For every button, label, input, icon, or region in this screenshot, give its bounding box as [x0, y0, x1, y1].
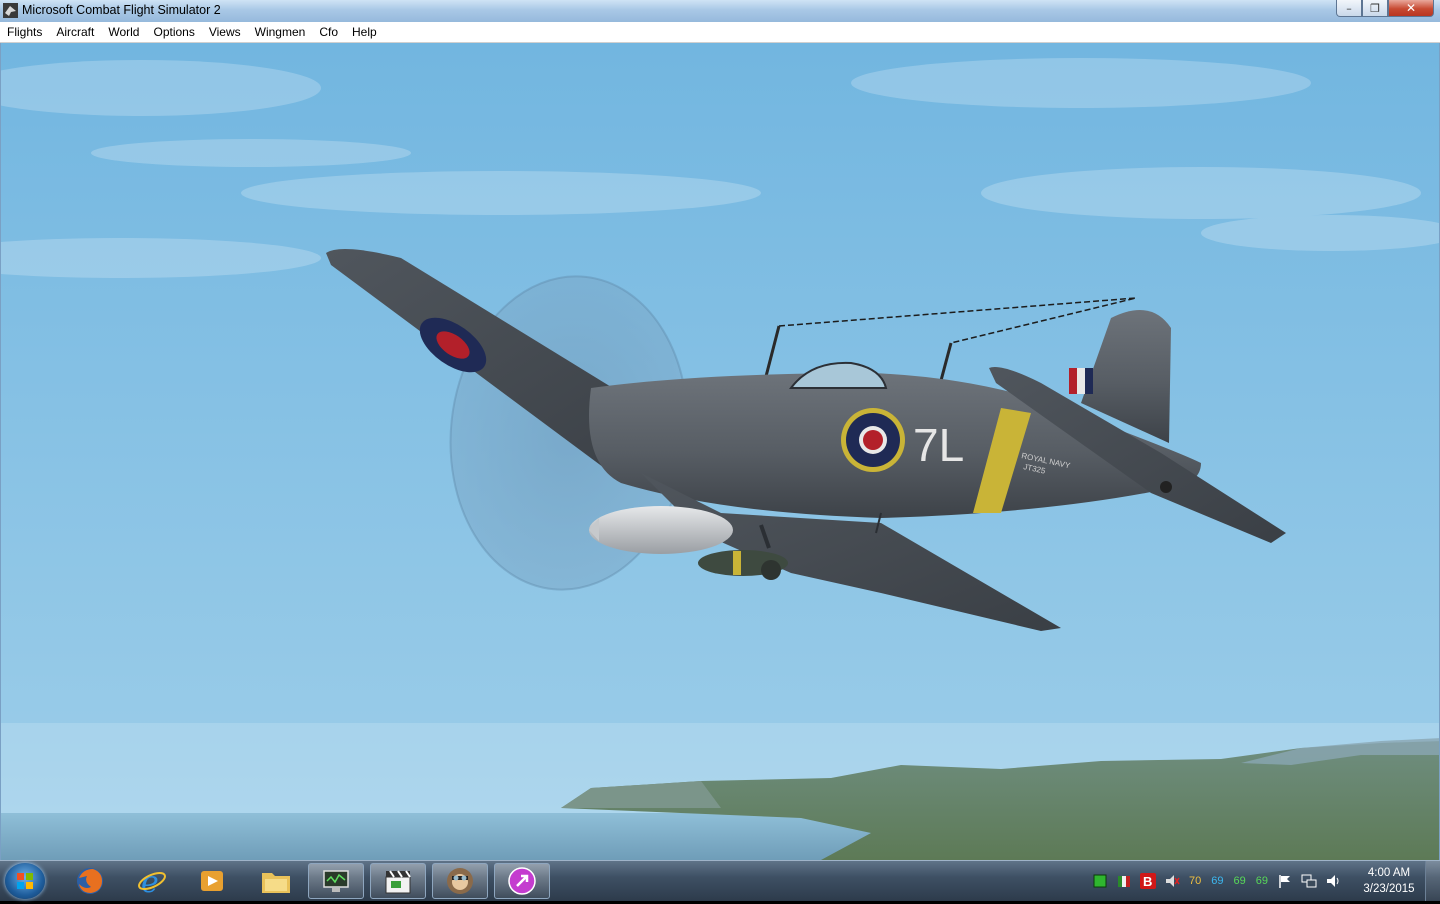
- firefox-icon: [77, 868, 103, 894]
- monitor-app-icon: [323, 870, 349, 892]
- purple-app-icon: [508, 867, 536, 895]
- internet-explorer-icon: e: [138, 866, 166, 896]
- temp-readout-4[interactable]: 69: [1256, 875, 1268, 887]
- flight-scene: 7L ROYAL NAVY JT325: [1, 43, 1439, 860]
- clock-date: 3/23/2015: [1363, 883, 1415, 895]
- taskbar-clapperboard-app[interactable]: [370, 863, 426, 899]
- menu-bar: Flights Aircraft World Options Views Win…: [0, 22, 1440, 43]
- volume-icon[interactable]: [1325, 873, 1341, 889]
- start-button[interactable]: [5, 863, 45, 899]
- menu-cfo[interactable]: Cfo: [312, 22, 345, 42]
- svg-text:B: B: [1143, 874, 1152, 889]
- window-title: Microsoft Combat Flight Simulator 2: [22, 3, 221, 17]
- pilot-avatar-icon: [447, 868, 473, 894]
- temp-readout-2[interactable]: 69: [1211, 875, 1223, 887]
- system-tray: B 70 69 69 69 4:00 AM 3/23/2015: [1088, 861, 1440, 901]
- svg-text:e: e: [141, 866, 159, 896]
- network-icon[interactable]: [1301, 873, 1317, 889]
- b-tray-icon[interactable]: B: [1140, 873, 1156, 889]
- taskbar-clock[interactable]: 4:00 AM 3/23/2015: [1353, 865, 1425, 897]
- green-square-tray-icon[interactable]: [1092, 873, 1108, 889]
- title-bar[interactable]: Microsoft Combat Flight Simulator 2 – ❐ …: [0, 0, 1440, 23]
- taskbar-monitor-app[interactable]: [308, 863, 364, 899]
- app-icon[interactable]: [3, 3, 18, 18]
- temp-readout-1[interactable]: 70: [1189, 875, 1201, 887]
- taskbar: e B 70 69 69 69 4:00 AM 3/23/2015: [0, 860, 1440, 901]
- maximize-button[interactable]: ❐: [1362, 0, 1388, 17]
- close-button[interactable]: ✕: [1388, 0, 1434, 17]
- flag-bars-tray-icon[interactable]: [1116, 873, 1132, 889]
- clapperboard-app-icon: [385, 870, 411, 894]
- show-desktop-button[interactable]: [1425, 861, 1440, 901]
- minimize-button[interactable]: –: [1336, 0, 1362, 17]
- menu-views[interactable]: Views: [202, 22, 248, 42]
- menu-flights[interactable]: Flights: [0, 22, 49, 42]
- media-player-icon: [201, 871, 223, 891]
- taskbar-media-player[interactable]: [184, 863, 240, 899]
- menu-options[interactable]: Options: [146, 22, 201, 42]
- clock-time: 4:00 AM: [1367, 867, 1411, 879]
- taskbar-internet-explorer[interactable]: e: [124, 863, 180, 899]
- flight-viewport[interactable]: 7L ROYAL NAVY JT325: [0, 43, 1440, 860]
- taskbar-pilot-avatar[interactable]: [432, 863, 488, 899]
- taskbar-file-explorer[interactable]: [248, 863, 304, 899]
- menu-help[interactable]: Help: [345, 22, 384, 42]
- aircraft-code-text: 7L: [913, 419, 964, 471]
- menu-aircraft[interactable]: Aircraft: [49, 22, 101, 42]
- action-center-flag-icon[interactable]: [1277, 873, 1293, 889]
- temp-readout-3[interactable]: 69: [1234, 875, 1246, 887]
- speaker-muted-tray-icon[interactable]: [1164, 873, 1180, 889]
- file-explorer-icon: [262, 873, 290, 893]
- windows-logo-icon: [17, 873, 33, 889]
- taskbar-firefox[interactable]: [62, 863, 118, 899]
- menu-world[interactable]: World: [101, 22, 146, 42]
- taskbar-purple-app[interactable]: [494, 863, 550, 899]
- menu-wingmen[interactable]: Wingmen: [248, 22, 313, 42]
